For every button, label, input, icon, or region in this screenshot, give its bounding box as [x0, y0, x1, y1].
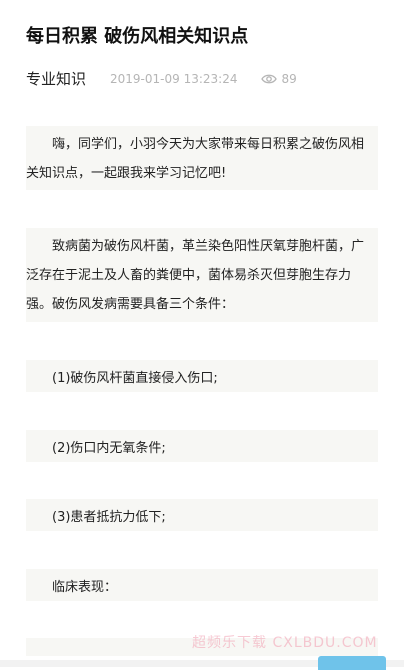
list-item-text: (1)破伤风杆菌直接侵入伤口; [52, 370, 218, 386]
paragraph-intro: 嗨，同学们，小羽今天为大家带来每日积累之破伤风相关知识点，一起跟我来学习记忆吧! [26, 137, 365, 181]
list-item-text: (3)患者抵抗力低下; [52, 509, 166, 525]
paragraph-pathogen: 致病菌为破伤风杆菌，革兰染色阳性厌氧芽胞杆菌，广泛存在于泥土及人畜的粪便中，菌体… [26, 239, 365, 312]
eye-icon [261, 74, 278, 83]
bottom-action-button[interactable] [318, 656, 386, 670]
list-item: (3)患者抵抗力低下; [26, 499, 378, 531]
list-item: (2)伤口内无氧条件; [26, 430, 378, 462]
article-date: 2019-01-09 13:23:24 [110, 71, 238, 86]
paragraph-block: 致病菌为破伤风杆菌，革兰染色阳性厌氧芽胞杆菌，广泛存在于泥土及人畜的粪便中，菌体… [26, 228, 378, 322]
list-item: (1)破伤风杆菌直接侵入伤口; [26, 360, 378, 392]
list-item-text: 临床表现： [52, 579, 118, 595]
list-item-text: (2)伤口内无氧条件; [52, 440, 166, 456]
list-item: 临床表现： [26, 569, 378, 601]
paragraph-block: 嗨，同学们，小羽今天为大家带来每日积累之破伤风相关知识点，一起跟我来学习记忆吧! [26, 126, 378, 190]
article-category[interactable]: 专业知识 [26, 68, 86, 89]
article-meta: 专业知识 2019-01-09 13:23:24 89 [26, 68, 297, 89]
watermark: 超频乐下载 CXLBDU.COM [192, 635, 378, 651]
view-count: 89 [261, 71, 297, 86]
article-title: 每日积累 破伤风相关知识点 [26, 26, 249, 47]
view-count-value: 89 [281, 71, 297, 86]
